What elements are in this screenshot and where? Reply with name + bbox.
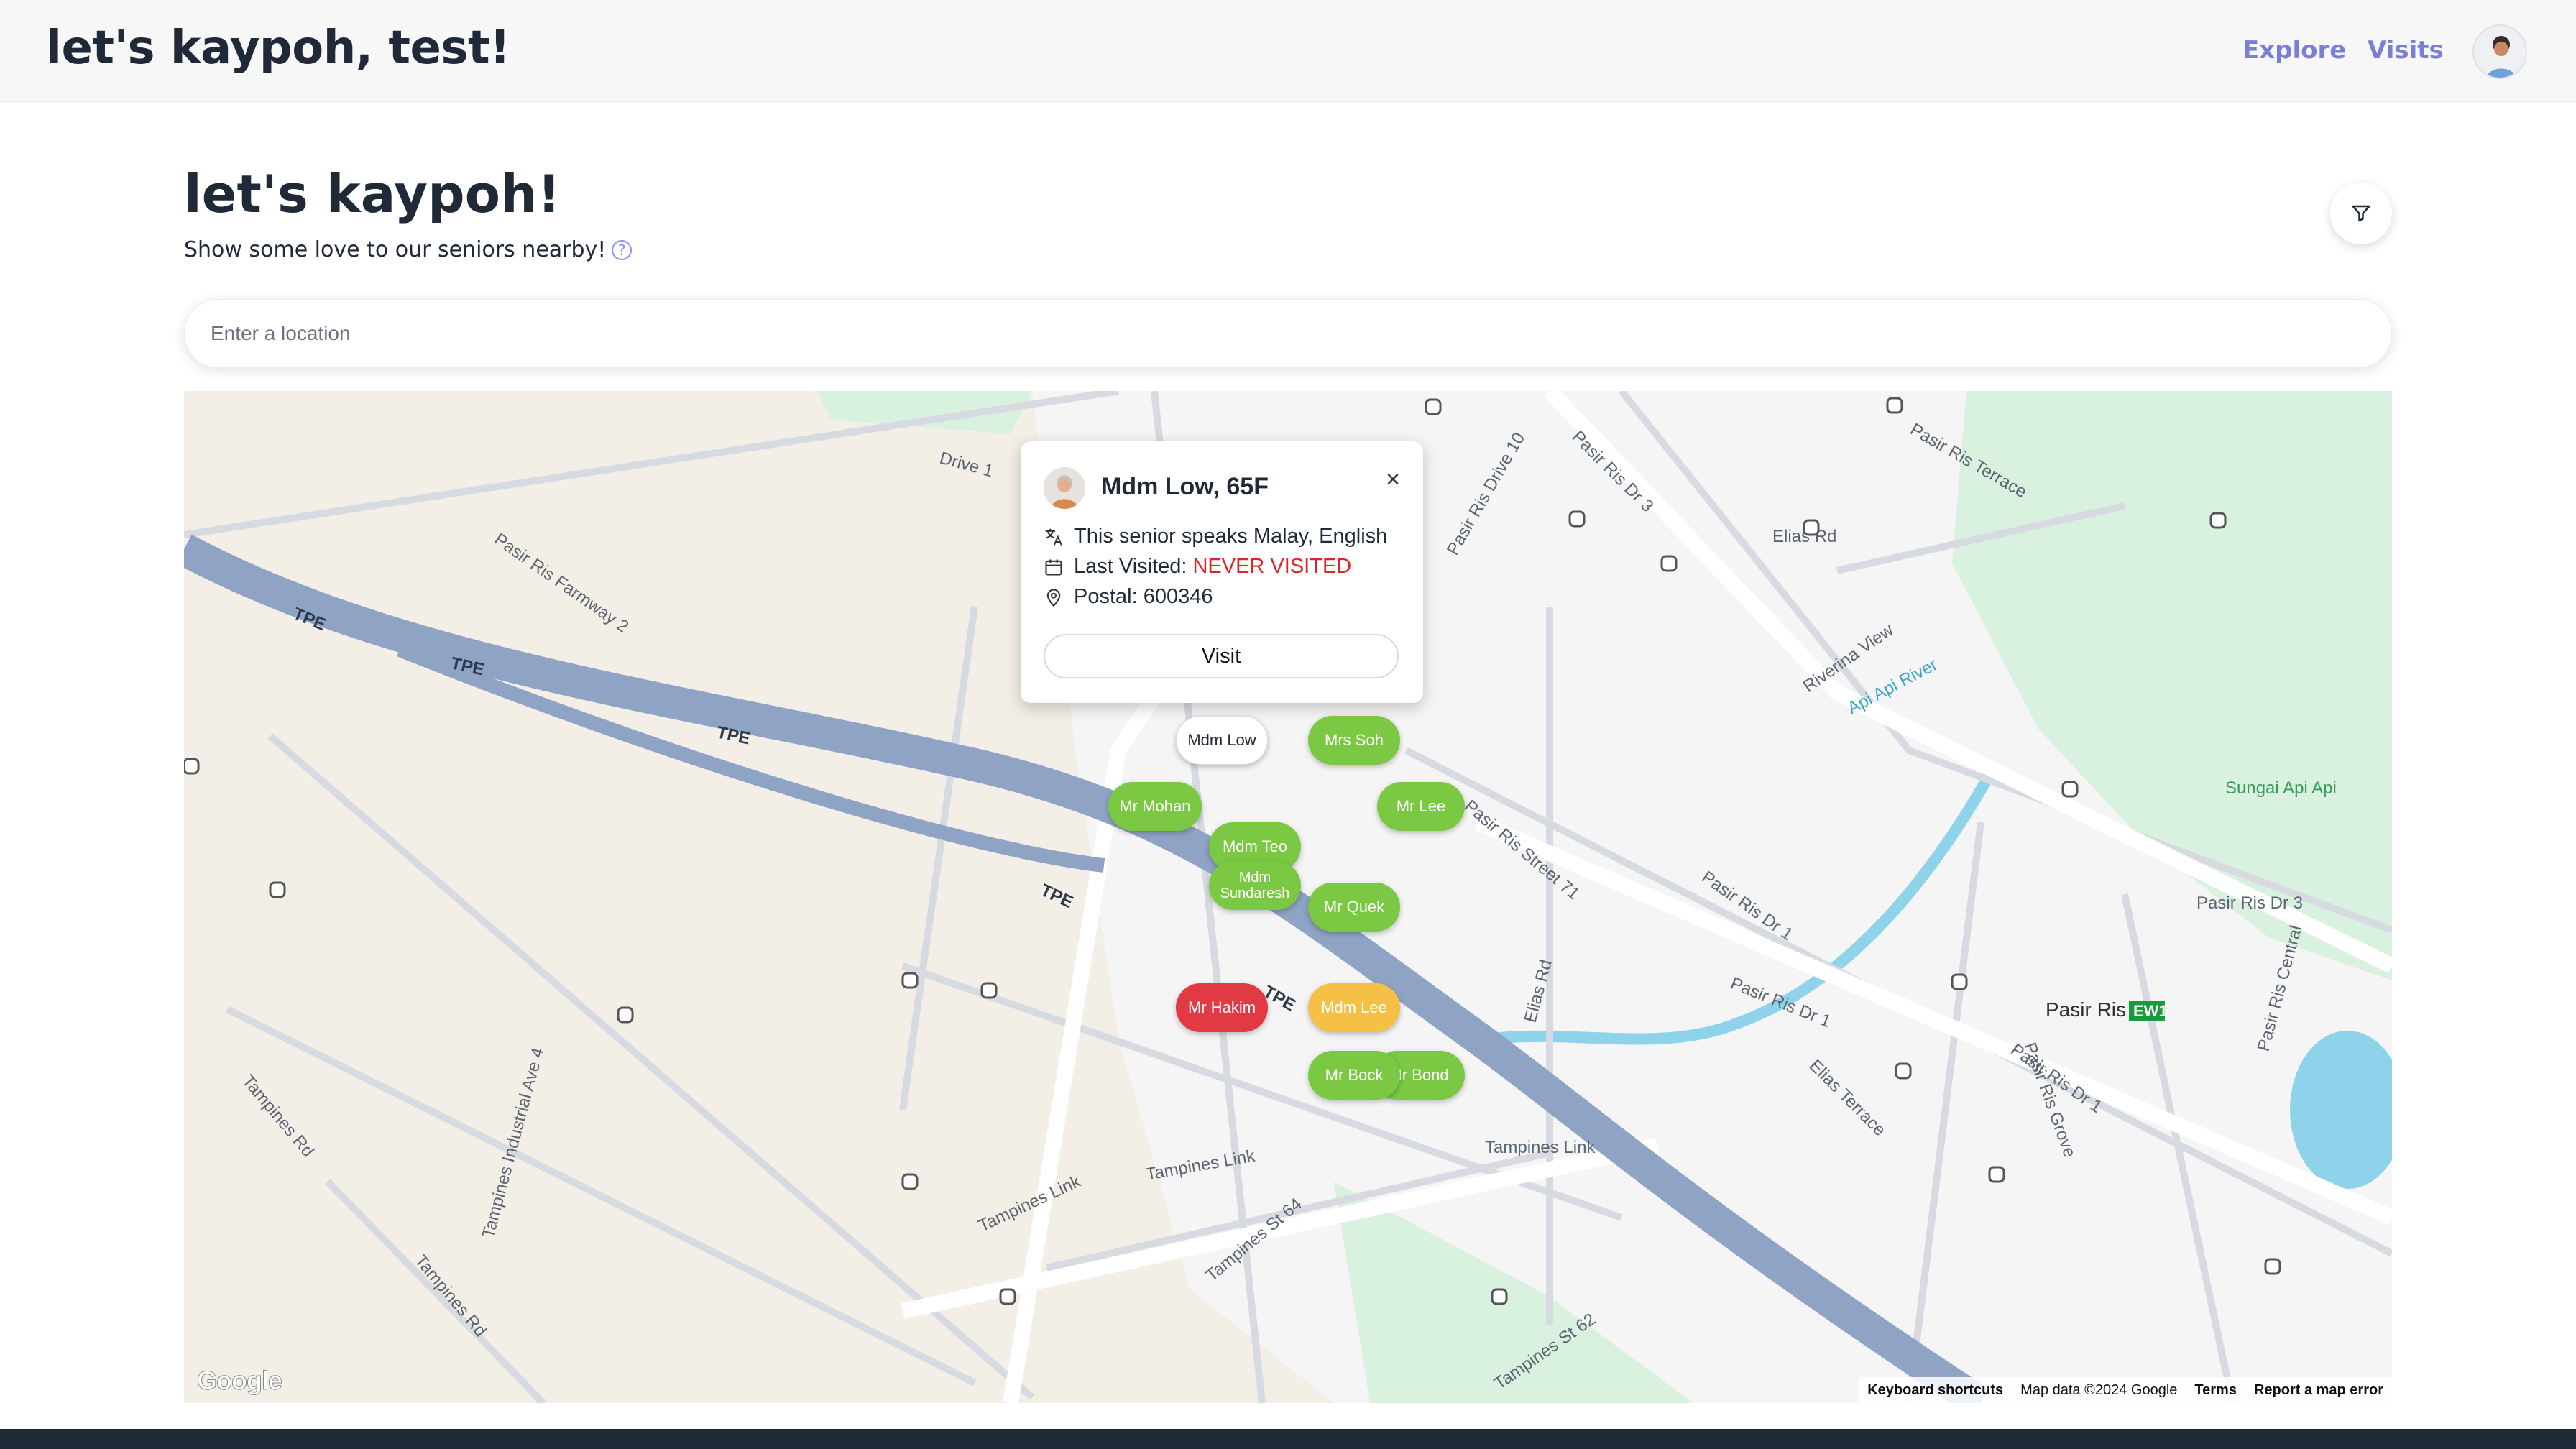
close-icon[interactable]: × [1380, 467, 1406, 493]
filter-button[interactable] [2330, 183, 2392, 244]
marker-mr-lee[interactable]: Mr Lee [1377, 782, 1465, 831]
station-code: EW1 [2133, 1002, 2168, 1020]
marker-mdm-sundaresh[interactable]: Mdm Sundaresh [1209, 861, 1301, 910]
postal-row: Postal: 600346 [1044, 585, 1213, 609]
senior-info-popup: Mdm Low, 65F × This senior speaks Malay,… [1021, 441, 1423, 703]
marker-mr-quek[interactable]: Mr Quek [1308, 883, 1400, 932]
nav-link-visits[interactable]: Visits [2368, 36, 2444, 65]
senior-avatar [1044, 467, 1085, 509]
marker-mr-hakim[interactable]: Mr Hakim [1176, 983, 1268, 1032]
senior-avatar-illustration [1044, 467, 1085, 509]
marker-mdm-lee[interactable]: Mdm Lee [1308, 983, 1400, 1032]
station-label: Pasir Ris [2046, 998, 2126, 1021]
report-error-link[interactable]: Report a map error [2254, 1382, 2383, 1399]
calendar-icon [1045, 559, 1062, 576]
marker-mr-mohan[interactable]: Mr Mohan [1108, 782, 1202, 831]
last-visited-value: NEVER VISITED [1192, 555, 1352, 578]
location-search-input[interactable] [185, 300, 2391, 367]
last-visited-row: Last Visited: NEVER VISITED [1044, 555, 1351, 579]
filter-icon [2352, 205, 2370, 222]
top-navbar: let's kaypoh, test! Explore Visits [0, 0, 2576, 102]
senior-languages-row: This senior speaks Malay, English [1044, 525, 1387, 548]
nav-link-explore[interactable]: Explore [2242, 36, 2346, 65]
label-sungai-api-api: Sungai Api Api [2225, 778, 2337, 798]
bottom-divider [0, 1429, 2576, 1449]
page-subtitle: Show some love to our seniors nearby! ? [184, 237, 632, 262]
subtitle-text: Show some love to our seniors nearby! [184, 237, 607, 262]
map-attribution: Keyboard shortcuts Map data ©2024 Google… [1859, 1377, 2392, 1403]
senior-postal: Postal: 600346 [1074, 585, 1213, 608]
user-avatar[interactable] [2472, 24, 2527, 79]
translate-icon [1045, 528, 1062, 546]
map-pin-icon [1046, 589, 1061, 607]
page-title: let's kaypoh! [184, 164, 561, 224]
marker-mr-bock[interactable]: Mr Bock [1308, 1051, 1400, 1100]
map-view[interactable]: TPE TPE TPE TPE TPE Pasir Ris Farmway 2 … [184, 391, 2392, 1403]
senior-name: Mdm Low, 65F [1101, 473, 1269, 500]
app-title: let's kaypoh, test! [46, 22, 510, 75]
marker-mdm-low[interactable]: Mdm Low [1176, 716, 1268, 765]
visit-button[interactable]: Visit [1044, 634, 1399, 678]
road-label-dr-3-2: Pasir Ris Dr 3 [2196, 893, 2303, 913]
road-label-tampines-link: Tampines Link [1485, 1138, 1596, 1157]
location-search [184, 299, 2392, 368]
last-visited-label: Last Visited: [1074, 555, 1187, 578]
marker-mrs-soh[interactable]: Mrs Soh [1308, 716, 1400, 765]
keyboard-shortcuts-link[interactable]: Keyboard shortcuts [1867, 1382, 2003, 1399]
help-circle-icon[interactable]: ? [612, 239, 632, 260]
map-data-text: Map data ©2024 Google [2020, 1381, 2178, 1398]
avatar-illustration [2474, 26, 2526, 78]
google-logo[interactable]: Google [197, 1366, 283, 1396]
terms-link[interactable]: Terms [2194, 1382, 2237, 1399]
senior-languages: This senior speaks Malay, English [1074, 525, 1388, 548]
